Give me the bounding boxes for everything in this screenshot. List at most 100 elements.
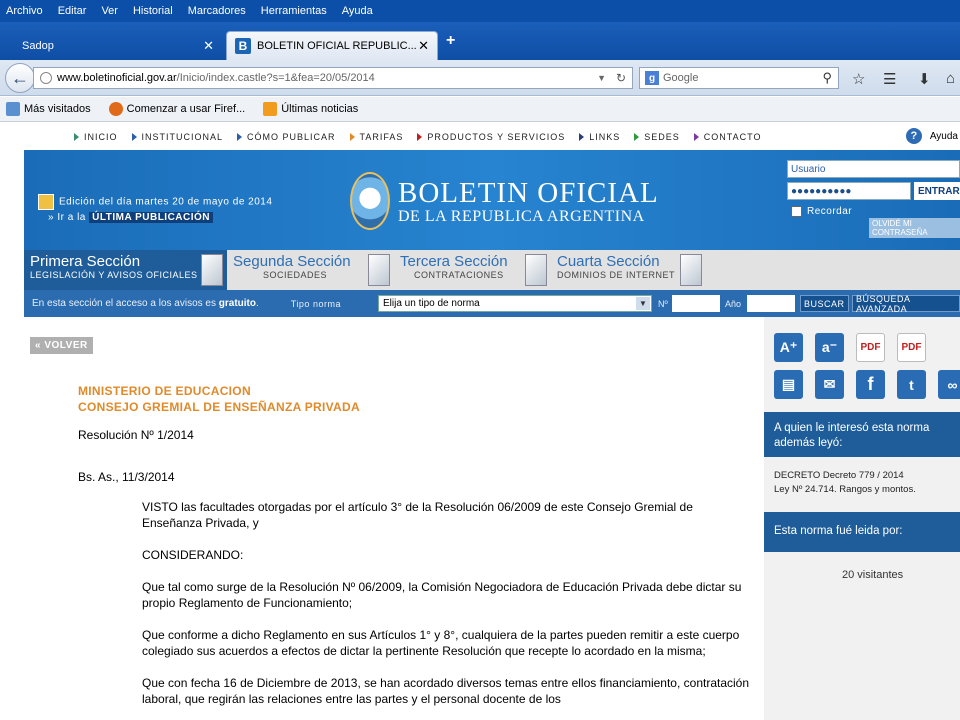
twitter-icon[interactable]: t	[897, 370, 926, 399]
print-icon[interactable]: ▤	[774, 370, 803, 399]
menu-editar[interactable]: Editar	[58, 5, 87, 17]
download-icon[interactable]: ⬇	[918, 70, 931, 88]
close-tab-icon[interactable]: ✕	[203, 38, 214, 54]
reload-icon[interactable]: ↻	[616, 71, 626, 85]
nav-tarifas[interactable]: TARIFAS	[349, 131, 404, 142]
escudo-icon	[350, 172, 390, 230]
nav-label: PRODUCTOS Y SERVICIOS	[427, 131, 566, 142]
arrow-icon	[693, 132, 699, 141]
section-title: Primera Sección	[30, 253, 141, 270]
download-pdf-icon[interactable]: PDF	[856, 333, 885, 362]
visitor-count: 20 visitantes	[842, 569, 904, 581]
menu-herramientas[interactable]: Herramientas	[261, 5, 327, 17]
tab-sadop[interactable]: Sadop ✕	[14, 31, 222, 60]
password-input[interactable]: ●●●●●●●●●●	[787, 182, 911, 200]
related-decreto-link[interactable]: DECRETO Decreto 779 / 2014	[774, 469, 916, 483]
share-icon[interactable]: ∞	[938, 370, 960, 399]
numero-input[interactable]	[672, 295, 720, 312]
tipo-norma-value: Elija un tipo de norma	[383, 298, 480, 309]
calendar-icon[interactable]	[38, 194, 54, 210]
ministerio-title: MINISTERIO DE EDUCACION	[78, 384, 251, 398]
increase-font-icon[interactable]: A⁺	[774, 333, 803, 362]
nav-label: CÓMO PUBLICAR	[247, 131, 336, 142]
recordar-checkbox[interactable]: Recordar	[787, 206, 960, 217]
nav-label: TARIFAS	[359, 131, 404, 142]
nav-como-publicar[interactable]: CÓMO PUBLICAR	[237, 132, 336, 142]
url-dropdown-icon[interactable]: ▼	[597, 73, 606, 83]
arrow-icon	[634, 132, 640, 141]
nav-productos[interactable]: PRODUCTOS Y SERVICIOS	[417, 132, 565, 142]
tab-cuarta-seccion[interactable]: Cuarta Sección DOMINIOS DE INTERNET	[551, 250, 706, 290]
volver-button[interactable]: « VOLVER	[30, 337, 93, 354]
url-bar[interactable]: www.boletinoficial.gov.ar /Inicio/index.…	[33, 67, 633, 89]
entrar-button[interactable]: ENTRAR	[914, 182, 960, 200]
menu-marcadores[interactable]: Marcadores	[188, 5, 246, 17]
arrow-icon	[131, 132, 137, 141]
menu-archivo[interactable]: Archivo	[6, 5, 43, 17]
chevron-down-icon[interactable]: ▼	[636, 297, 650, 310]
new-tab-button[interactable]: +	[446, 32, 455, 50]
bookmark-comenzar-firefox[interactable]: Comenzar a usar Firef...	[103, 102, 245, 116]
nav-label: CONTACTO	[703, 131, 762, 142]
menu-ayuda[interactable]: Ayuda	[342, 5, 373, 17]
home-icon[interactable]: ⌂	[946, 70, 955, 87]
olvide-contrasena-button[interactable]: OLVIDÉ MI CONTRASEÑA	[869, 218, 960, 238]
busqueda-avanzada-button[interactable]: BÚSQUEDA AVANZADA	[852, 294, 960, 314]
close-tab-icon[interactable]: ✕	[418, 38, 429, 54]
email-icon[interactable]: ✉	[815, 370, 844, 399]
tab-boletin[interactable]: B BOLETIN OFICIAL REPUBLIC... ✕	[226, 31, 438, 60]
tools-row-2: ▤ ✉ f t ∞	[774, 370, 960, 399]
pdf-icon[interactable]: PDF	[897, 333, 926, 362]
bookmark-mas-visitados[interactable]: Más visitados	[0, 102, 91, 116]
help-link[interactable]: ? Ayuda	[905, 128, 958, 144]
facebook-icon[interactable]: f	[856, 370, 885, 399]
nav-institucional[interactable]: INSTITUCIONAL	[131, 131, 224, 142]
bookmarks-list-icon[interactable]: ☰	[883, 70, 896, 88]
paragraph: Que con fecha 16 de Diciembre de 2013, s…	[142, 676, 750, 706]
tipo-norma-select[interactable]: Elija un tipo de norma ▼	[378, 295, 652, 312]
buscar-button[interactable]: BUSCAR	[800, 295, 849, 312]
document-icon	[680, 254, 702, 286]
anio-label: Año	[725, 298, 742, 309]
nav-sedes[interactable]: SEDES	[634, 132, 680, 142]
nav-links[interactable]: LINKS	[579, 132, 620, 142]
usuario-input[interactable]: Usuario	[787, 160, 960, 178]
tab-primera-seccion[interactable]: Primera Sección LEGISLACIÓN Y AVISOS OFI…	[24, 250, 227, 290]
search-placeholder: Google	[663, 72, 699, 84]
related-ley-link[interactable]: Ley Nº 24.714. Rangos y montos.	[774, 483, 916, 497]
bookmark-ultimas-noticias[interactable]: Últimas noticias	[257, 102, 358, 116]
nav-label: INSTITUCIONAL	[141, 131, 224, 142]
nav-contacto[interactable]: CONTACTO	[693, 131, 762, 142]
numero-label: Nº	[658, 298, 668, 309]
resolucion-title: Resolución Nº 1/2014	[78, 428, 194, 442]
bookmark-label: Últimas noticias	[281, 103, 359, 115]
recordar-label: Recordar	[807, 206, 853, 217]
arrow-icon	[579, 132, 585, 141]
free-access-text: En esta sección el acceso a los avisos e…	[32, 298, 216, 309]
google-icon: g	[645, 71, 659, 85]
menu-ver[interactable]: Ver	[101, 5, 118, 17]
nav-inicio[interactable]: INICIO	[74, 132, 118, 142]
globe-icon	[40, 72, 52, 84]
logo-subtitle: DE LA REPUBLICA ARGENTINA	[398, 207, 645, 225]
bookmark-star-icon[interactable]: ☆	[852, 70, 865, 88]
logo-title: BOLETIN OFICIAL	[398, 176, 659, 209]
anio-input[interactable]	[747, 295, 795, 312]
tipo-norma-label: Tipo norma	[290, 298, 341, 309]
boletin-logo[interactable]: BOLETIN OFICIAL DE LA REPUBLICA ARGENTIN…	[350, 172, 659, 230]
decrease-font-icon[interactable]: a⁻	[815, 333, 844, 362]
ultima-publicacion-link[interactable]: ÚLTIMA PUBLICACIÓN	[89, 212, 214, 223]
main-content: « VOLVER MINISTERIO DE EDUCACION CONSEJO…	[24, 317, 764, 720]
tab-segunda-seccion[interactable]: Segunda Sección SOCIEDADES	[227, 250, 394, 290]
menu-historial[interactable]: Historial	[133, 5, 173, 17]
nav-label: SEDES	[644, 131, 680, 142]
related-norms: DECRETO Decreto 779 / 2014 Ley Nº 24.714…	[774, 469, 916, 497]
checkbox-icon[interactable]	[791, 206, 802, 217]
tab-tercera-seccion[interactable]: Tercera Sección CONTRATACIONES	[394, 250, 551, 290]
search-icon[interactable]: ⚲	[822, 70, 832, 86]
search-bar[interactable]: g Google ⚲	[639, 67, 839, 89]
back-button[interactable]: ←	[5, 63, 35, 93]
login-form: Usuario ●●●●●●●●●● ENTRAR Recordar OLVID…	[787, 160, 960, 238]
right-sidebar: A⁺ a⁻ PDF PDF ▤ ✉ f t ∞ A quien le inter…	[764, 317, 960, 720]
web-page: INICIO INSTITUCIONAL CÓMO PUBLICAR TARIF…	[0, 123, 960, 720]
